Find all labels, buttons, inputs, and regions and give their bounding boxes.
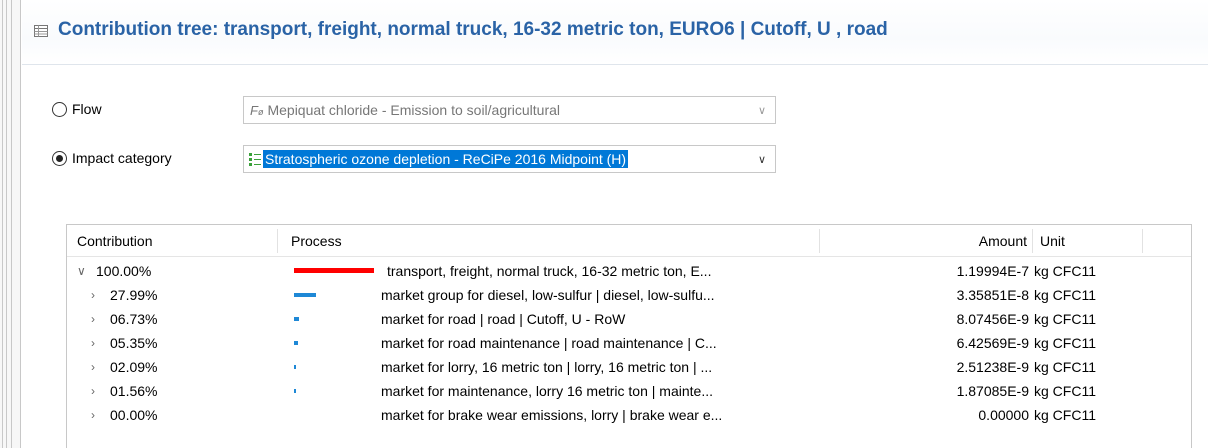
table-row[interactable]: › 06.73% market for road | road | Cutoff, … <box>67 307 1191 331</box>
impact-category-radio-option[interactable]: Impact category <box>52 150 172 166</box>
table-row[interactable]: ∨ 100.00% transport, freight, normal truck… <box>67 259 1191 283</box>
flow-combo[interactable]: Fø Mepiquat chloride - Emission to soil/… <box>243 96 776 124</box>
flow-radio-option[interactable]: Flow <box>52 101 102 117</box>
column-header-unit[interactable]: Unit <box>1040 225 1065 257</box>
contribution-value: 00.00% <box>110 407 158 423</box>
table-row[interactable]: › 00.00% market for brake wear emissions, … <box>67 403 1191 427</box>
fx-flow-icon: Fø <box>250 102 264 118</box>
contribution-value: 05.35% <box>110 335 158 351</box>
process-name: market for road | road | Cutoff, U - RoW <box>381 311 626 327</box>
chevron-down-icon[interactable]: ∨ <box>749 97 775 123</box>
amount-value: 2.51238E-9 <box>956 359 1029 375</box>
chevron-down-icon[interactable]: ∨ <box>77 259 89 283</box>
unit-value: kg CFC11 <box>1034 335 1096 351</box>
contribution-value: 27.99% <box>110 287 158 303</box>
amount-value: 1.19994E-7 <box>956 263 1029 279</box>
amount-value: 8.07456E-9 <box>956 311 1029 327</box>
table-row[interactable]: › 27.99% market group for diesel, low-sulf… <box>67 283 1191 307</box>
contribution-bar <box>294 293 316 297</box>
chevron-right-icon[interactable]: › <box>91 307 103 331</box>
contribution-bar <box>294 341 298 345</box>
unit-value: kg CFC11 <box>1034 263 1096 279</box>
column-header-process[interactable]: Process <box>291 225 342 257</box>
table-icon <box>34 24 48 38</box>
amount-value: 1.87085E-9 <box>956 383 1029 399</box>
unit-value: kg CFC11 <box>1034 359 1096 375</box>
gutter-divider <box>6 0 7 448</box>
amount-value: 3.35851E-8 <box>956 287 1029 303</box>
contribution-value: 01.56% <box>110 383 158 399</box>
gutter-divider <box>20 0 21 448</box>
unit-value: kg CFC11 <box>1034 407 1096 423</box>
table-header: Contribution Process Amount Unit <box>67 225 1191 257</box>
contribution-value: 06.73% <box>110 311 158 327</box>
unit-value: kg CFC11 <box>1034 383 1096 399</box>
left-gutter <box>0 0 20 448</box>
process-name: market for road maintenance | road maint… <box>381 335 717 351</box>
impact-category-combo-value: Stratospheric ozone depletion - ReCiPe 2… <box>263 150 629 168</box>
process-name: transport, freight, normal truck, 16-32 … <box>387 263 712 279</box>
unit-value: kg CFC11 <box>1034 311 1096 327</box>
column-divider[interactable] <box>1032 229 1033 253</box>
impact-category-radio-label: Impact category <box>72 150 172 166</box>
table-row[interactable]: › 05.35% market for road maintenance | roa… <box>67 331 1191 355</box>
column-header-amount[interactable]: Amount <box>819 225 1027 257</box>
process-name: market for lorry, 16 metric ton | lorry,… <box>381 359 713 375</box>
contribution-bar <box>294 365 296 369</box>
chevron-right-icon[interactable]: › <box>91 283 103 307</box>
contribution-bar <box>294 317 299 321</box>
chevron-right-icon[interactable]: › <box>91 331 103 355</box>
contribution-bar <box>294 268 374 273</box>
contribution-value: 02.09% <box>110 359 158 375</box>
chevron-down-icon[interactable]: ∨ <box>749 146 775 172</box>
contribution-value: 100.00% <box>96 263 152 279</box>
chevron-right-icon[interactable]: › <box>91 379 103 403</box>
chevron-right-icon[interactable]: › <box>91 403 103 427</box>
process-name: market for brake wear emissions, lorry |… <box>381 407 723 423</box>
column-divider[interactable] <box>1142 229 1143 253</box>
amount-value: 6.42569E-9 <box>956 335 1029 351</box>
impact-category-radio-button[interactable] <box>52 150 67 166</box>
impact-category-combo[interactable]: Stratospheric ozone depletion - ReCiPe 2… <box>243 145 776 173</box>
contribution-tree-table: Contribution Process Amount Unit ∨ 100.00… <box>66 224 1192 448</box>
process-name: market group for diesel, low-sulfur | di… <box>381 287 715 303</box>
unit-value: kg CFC11 <box>1034 287 1096 303</box>
column-header-contribution[interactable]: Contribution <box>77 225 153 257</box>
process-name: market for maintenance, lorry 16 metric … <box>381 383 713 399</box>
table-row[interactable]: › 01.56% market for maintenance, lorry 16 … <box>67 379 1191 403</box>
flow-radio-button[interactable] <box>52 101 67 117</box>
editor-header: Contribution tree: transport, freight, n… <box>22 0 1208 65</box>
impact-category-icon <box>249 152 261 166</box>
column-divider[interactable] <box>277 229 278 253</box>
chevron-right-icon[interactable]: › <box>91 355 103 379</box>
gutter-divider <box>2 0 3 448</box>
contribution-bar <box>294 389 296 393</box>
page-title: Contribution tree: transport, freight, n… <box>58 19 888 40</box>
flow-combo-value: Mepiquat chloride - Emission to soil/agr… <box>267 102 561 118</box>
gutter-divider <box>11 0 12 448</box>
table-row[interactable]: › 02.09% market for lorry, 16 metric ton |… <box>67 355 1191 379</box>
flow-radio-label: Flow <box>72 101 102 117</box>
amount-value: 0.00000 <box>978 407 1029 423</box>
